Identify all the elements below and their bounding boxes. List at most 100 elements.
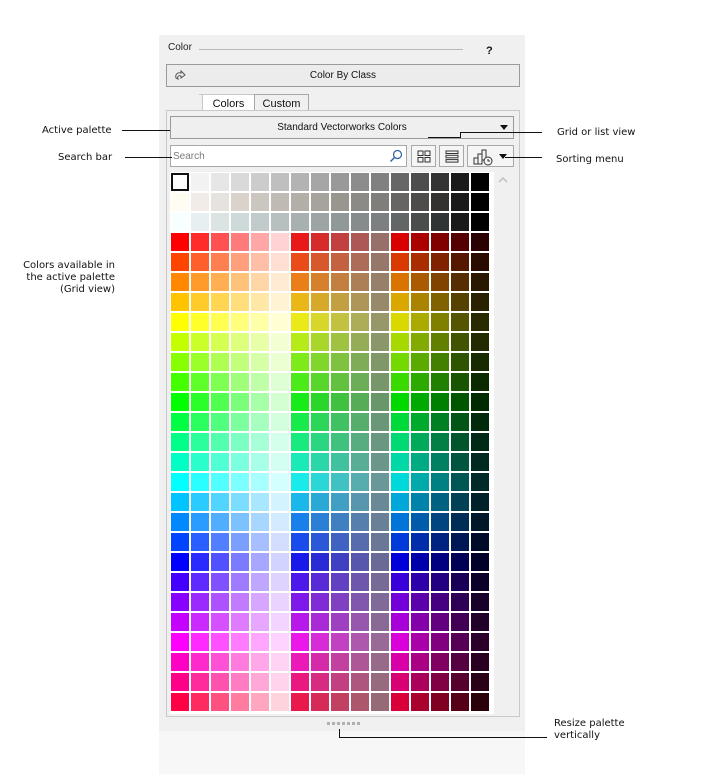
- color-swatch[interactable]: [371, 233, 389, 251]
- color-swatch[interactable]: [331, 453, 349, 471]
- color-swatch[interactable]: [431, 313, 449, 331]
- color-swatch[interactable]: [471, 453, 489, 471]
- color-swatch[interactable]: [251, 573, 269, 591]
- color-swatch[interactable]: [251, 553, 269, 571]
- color-swatch[interactable]: [391, 533, 409, 551]
- color-swatch[interactable]: [411, 313, 429, 331]
- color-swatch[interactable]: [251, 213, 269, 231]
- color-swatch[interactable]: [471, 273, 489, 291]
- color-swatch[interactable]: [191, 653, 209, 671]
- color-swatch[interactable]: [351, 193, 369, 211]
- color-swatch[interactable]: [171, 633, 189, 651]
- color-swatch[interactable]: [191, 613, 209, 631]
- color-swatch[interactable]: [331, 173, 349, 191]
- color-swatch[interactable]: [291, 193, 309, 211]
- color-swatch[interactable]: [271, 533, 289, 551]
- color-swatch[interactable]: [471, 433, 489, 451]
- color-swatch[interactable]: [351, 293, 369, 311]
- color-swatch[interactable]: [211, 333, 229, 351]
- color-swatch[interactable]: [211, 313, 229, 331]
- color-swatch[interactable]: [431, 453, 449, 471]
- color-swatch[interactable]: [251, 613, 269, 631]
- color-swatch[interactable]: [371, 473, 389, 491]
- color-swatch[interactable]: [271, 673, 289, 691]
- color-swatch[interactable]: [311, 553, 329, 571]
- color-swatch[interactable]: [451, 373, 469, 391]
- color-swatch[interactable]: [331, 413, 349, 431]
- color-swatch[interactable]: [191, 513, 209, 531]
- color-swatch[interactable]: [451, 353, 469, 371]
- color-swatch[interactable]: [371, 273, 389, 291]
- color-swatch[interactable]: [351, 573, 369, 591]
- color-swatch[interactable]: [271, 273, 289, 291]
- color-swatch[interactable]: [411, 613, 429, 631]
- color-swatch[interactable]: [371, 553, 389, 571]
- color-swatch[interactable]: [411, 513, 429, 531]
- color-swatch[interactable]: [291, 313, 309, 331]
- color-swatch[interactable]: [251, 693, 269, 711]
- color-swatch[interactable]: [411, 453, 429, 471]
- color-swatch[interactable]: [251, 633, 269, 651]
- color-by-class-button[interactable]: Color By Class: [166, 64, 520, 87]
- color-swatch[interactable]: [291, 173, 309, 191]
- color-swatch[interactable]: [211, 373, 229, 391]
- color-swatch[interactable]: [231, 413, 249, 431]
- color-swatch[interactable]: [451, 233, 469, 251]
- color-swatch[interactable]: [351, 373, 369, 391]
- color-swatch[interactable]: [351, 253, 369, 271]
- color-swatch[interactable]: [371, 333, 389, 351]
- color-swatch[interactable]: [391, 173, 409, 191]
- color-swatch[interactable]: [271, 353, 289, 371]
- color-swatch[interactable]: [471, 373, 489, 391]
- color-swatch[interactable]: [411, 233, 429, 251]
- color-swatch[interactable]: [331, 513, 349, 531]
- color-swatch[interactable]: [271, 453, 289, 471]
- color-swatch[interactable]: [451, 633, 469, 651]
- color-swatch[interactable]: [411, 353, 429, 371]
- color-swatch[interactable]: [211, 193, 229, 211]
- color-swatch[interactable]: [451, 293, 469, 311]
- color-swatch[interactable]: [231, 573, 249, 591]
- color-swatch[interactable]: [431, 253, 449, 271]
- color-swatch[interactable]: [371, 173, 389, 191]
- color-swatch[interactable]: [431, 393, 449, 411]
- color-swatch[interactable]: [311, 273, 329, 291]
- color-swatch[interactable]: [271, 373, 289, 391]
- color-swatch[interactable]: [271, 213, 289, 231]
- color-swatch[interactable]: [291, 333, 309, 351]
- color-swatch[interactable]: [311, 253, 329, 271]
- color-swatch[interactable]: [391, 233, 409, 251]
- color-swatch[interactable]: [171, 413, 189, 431]
- color-swatch[interactable]: [271, 493, 289, 511]
- color-swatch[interactable]: [211, 233, 229, 251]
- color-swatch[interactable]: [471, 513, 489, 531]
- search-bar[interactable]: [170, 145, 407, 167]
- color-swatch[interactable]: [351, 533, 369, 551]
- color-swatch[interactable]: [171, 393, 189, 411]
- color-swatch[interactable]: [211, 173, 229, 191]
- color-swatch[interactable]: [411, 253, 429, 271]
- color-swatch[interactable]: [311, 533, 329, 551]
- color-swatch[interactable]: [191, 213, 209, 231]
- color-swatch[interactable]: [231, 373, 249, 391]
- color-swatch[interactable]: [391, 553, 409, 571]
- color-swatch[interactable]: [311, 613, 329, 631]
- color-swatch[interactable]: [251, 453, 269, 471]
- color-swatch[interactable]: [471, 353, 489, 371]
- color-swatch[interactable]: [271, 313, 289, 331]
- color-swatch[interactable]: [431, 373, 449, 391]
- color-swatch[interactable]: [311, 353, 329, 371]
- color-swatch[interactable]: [411, 673, 429, 691]
- color-swatch[interactable]: [431, 273, 449, 291]
- color-swatch[interactable]: [331, 473, 349, 491]
- color-swatch[interactable]: [171, 513, 189, 531]
- color-swatch[interactable]: [311, 653, 329, 671]
- color-swatch[interactable]: [291, 493, 309, 511]
- color-swatch[interactable]: [471, 293, 489, 311]
- color-swatch[interactable]: [411, 533, 429, 551]
- color-swatch[interactable]: [471, 313, 489, 331]
- color-swatch[interactable]: [351, 233, 369, 251]
- color-swatch[interactable]: [171, 553, 189, 571]
- color-swatch[interactable]: [251, 413, 269, 431]
- color-swatch[interactable]: [391, 453, 409, 471]
